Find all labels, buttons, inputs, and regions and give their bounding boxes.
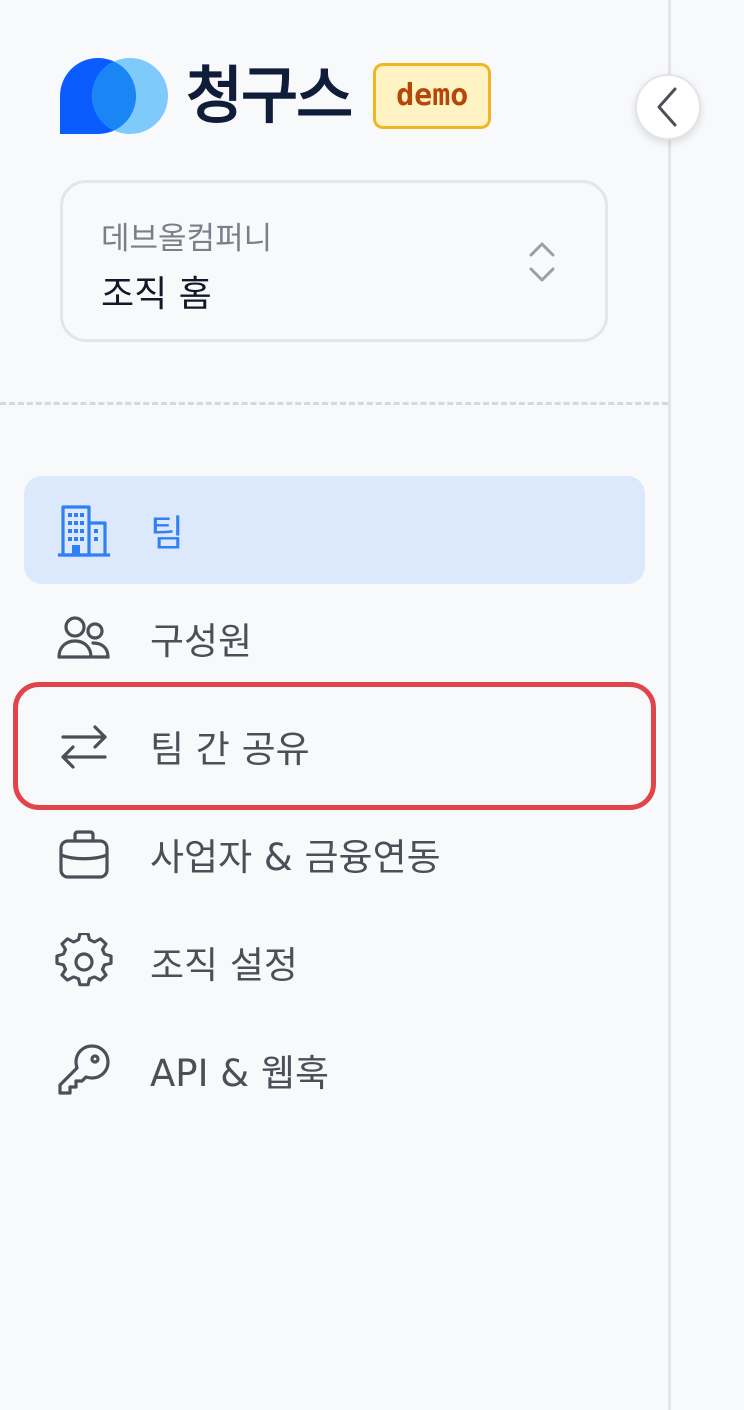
divider: [0, 402, 668, 405]
nav-item-business-finance[interactable]: 사업자 & 금융연동: [24, 800, 645, 908]
users-icon: [54, 608, 114, 668]
nav-item-label: 팀: [150, 512, 185, 555]
org-name: 데브올컴퍼니: [101, 221, 273, 257]
building-icon: [54, 500, 114, 560]
chevron-up-down-icon: [529, 242, 555, 282]
nav-item-team[interactable]: 팀: [24, 476, 645, 584]
nav-item-team-sharing[interactable]: 팀 간 공유: [24, 692, 645, 800]
dual-circle-logo-icon: [60, 58, 168, 134]
briefcase-icon: [54, 824, 114, 884]
nav-item-label: 조직 설정: [150, 944, 298, 987]
collapse-sidebar-button[interactable]: [635, 74, 701, 140]
org-selector[interactable]: 데브올컴퍼니 조직 홈: [60, 180, 608, 342]
arrows-left-right-icon: [54, 716, 114, 776]
chevron-left-icon: [657, 87, 677, 127]
nav-item-members[interactable]: 구성원: [24, 584, 645, 692]
brand[interactable]: 청구스 demo: [60, 58, 492, 134]
gear-icon: [54, 932, 114, 992]
brand-name: 청구스: [186, 59, 353, 132]
sidebar: 청구스 demo 데브올컴퍼니 조직 홈 팀 구성원 팀 간 공유 사업자 & …: [0, 0, 671, 1410]
nav-item-label: API & 웹훅: [150, 1052, 329, 1095]
key-icon: [54, 1040, 114, 1100]
demo-badge: demo: [373, 63, 492, 129]
nav-item-label: 팀 간 공유: [150, 728, 310, 771]
nav-item-label: 구성원: [150, 620, 253, 663]
current-page-label: 조직 홈: [101, 274, 212, 315]
nav-list: 팀 구성원 팀 간 공유 사업자 & 금융연동 조직 설정 API & 웹훅: [24, 476, 645, 1124]
nav-item-org-settings[interactable]: 조직 설정: [24, 908, 645, 1016]
nav-item-api-webhook[interactable]: API & 웹훅: [24, 1016, 645, 1124]
nav-item-label: 사업자 & 금융연동: [150, 836, 441, 879]
